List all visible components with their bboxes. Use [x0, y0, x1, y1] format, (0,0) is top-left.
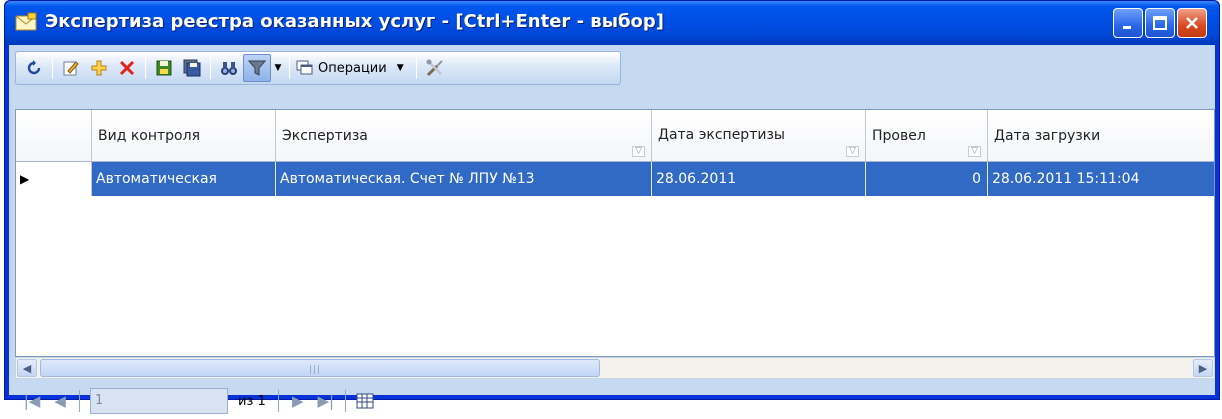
- horizontal-scrollbar[interactable]: ◀ ||| ▶: [15, 357, 1215, 379]
- operations-menu-button[interactable]: Операции ▼: [294, 60, 412, 76]
- settings-button[interactable]: [421, 54, 449, 82]
- refresh-icon: [27, 60, 41, 75]
- filter-dropdown-button[interactable]: ▼: [271, 54, 285, 82]
- column-header-label: Экспертиза: [282, 127, 368, 144]
- filter-icon: [248, 60, 266, 76]
- add-button[interactable]: [85, 54, 113, 82]
- expertise-grid: Вид контроля Экспертиза ▽ Дата экспертиз…: [15, 109, 1215, 357]
- column-header-label: Дата экспертизы: [658, 127, 785, 143]
- next-page-icon: ▶: [291, 392, 304, 410]
- window-title: Экспертиза реестра оказанных услуг - [Ct…: [45, 11, 665, 32]
- filter-dropdown-icon[interactable]: ▽: [846, 146, 859, 157]
- cell-expertise[interactable]: Автоматическая. Счет № ЛПУ №13: [276, 162, 652, 196]
- chevron-down-icon: ▼: [396, 63, 404, 73]
- page-count-label: из 1: [238, 393, 266, 409]
- grid-settings-button[interactable]: [352, 388, 378, 414]
- chevron-left-icon: ◀: [22, 361, 32, 375]
- cell-performed-by[interactable]: 0: [866, 162, 988, 196]
- page-navigator: |◀ ◀ 1 из 1 ▶ ▶|: [15, 383, 1215, 419]
- find-button[interactable]: [215, 54, 243, 82]
- close-button[interactable]: [1177, 8, 1207, 38]
- column-header-performed-by[interactable]: Провел ▽: [866, 110, 988, 161]
- filter-dropdown-icon[interactable]: ▽: [632, 146, 645, 157]
- toolbar-separator: [145, 57, 146, 79]
- navigator-separator: [79, 390, 80, 412]
- cell-expertise-date[interactable]: 28.06.2011: [652, 162, 866, 196]
- save-all-button[interactable]: [178, 54, 206, 82]
- close-icon: [1186, 17, 1198, 29]
- save-all-icon: [183, 59, 201, 77]
- cell-control-type[interactable]: Автоматическая: [92, 162, 276, 196]
- client-area: ▼ Операции ▼ Вид контроля Экспертиза ▽ Д…: [9, 45, 1215, 414]
- current-row-arrow-icon: ▶: [20, 172, 30, 186]
- toolbar-separator: [289, 57, 290, 79]
- row-indicator[interactable]: ▶: [16, 162, 92, 196]
- windows-icon: [296, 60, 313, 75]
- first-page-button[interactable]: |◀: [19, 388, 45, 414]
- chevron-down-icon: ▼: [274, 63, 282, 73]
- column-header-label: Провел: [872, 127, 926, 144]
- delete-icon: [119, 60, 135, 76]
- minimize-button[interactable]: [1113, 8, 1143, 38]
- delete-button[interactable]: [113, 54, 141, 82]
- refresh-button[interactable]: [20, 54, 48, 82]
- tools-icon: [426, 59, 443, 77]
- column-header-label: Дата загрузки: [994, 127, 1101, 144]
- last-page-icon: ▶|: [317, 392, 335, 410]
- envelope-icon: [15, 12, 37, 31]
- cell-load-date[interactable]: 28.06.2011 15:11:04: [988, 162, 1214, 196]
- edit-button[interactable]: [57, 54, 85, 82]
- save-icon: [156, 60, 172, 76]
- prev-page-icon: ◀: [54, 392, 66, 410]
- grid-header: Вид контроля Экспертиза ▽ Дата экспертиз…: [16, 110, 1214, 162]
- save-button[interactable]: [150, 54, 178, 82]
- grip-icon: |||: [309, 365, 322, 375]
- first-page-icon: |◀: [23, 392, 41, 410]
- app-window: Экспертиза реестра оказанных услуг - [Ct…: [4, 0, 1220, 414]
- maximize-icon: [1153, 16, 1167, 30]
- column-header-load-date[interactable]: Дата загрузки: [988, 110, 1214, 161]
- table-icon: [356, 393, 374, 409]
- prev-page-button[interactable]: ◀: [47, 388, 73, 414]
- toolbar-separator: [210, 57, 211, 79]
- table-row[interactable]: ▶ Автоматическая Автоматическая. Счет № …: [16, 162, 1214, 196]
- navigator-separator: [277, 390, 279, 412]
- navigator-separator: [344, 390, 346, 412]
- row-indicator-header: [16, 110, 92, 161]
- toolbar: ▼ Операции ▼: [15, 51, 621, 85]
- chevron-right-icon: ▶: [1198, 361, 1208, 375]
- filter-dropdown-icon[interactable]: ▽: [968, 146, 981, 157]
- filter-button[interactable]: [243, 54, 271, 82]
- column-header-expertise-date[interactable]: Дата экспертизы ▽: [652, 110, 866, 161]
- plus-icon: [91, 60, 107, 76]
- minimize-icon: [1123, 26, 1131, 29]
- edit-icon: [63, 61, 79, 76]
- next-page-button[interactable]: ▶: [285, 388, 311, 414]
- toolbar-separator: [415, 57, 417, 79]
- operations-label: Операции: [318, 60, 387, 76]
- scrollbar-thumb[interactable]: |||: [40, 359, 600, 377]
- binoculars-icon: [221, 62, 237, 75]
- scroll-right-button[interactable]: ▶: [1193, 359, 1213, 377]
- maximize-button[interactable]: [1145, 8, 1175, 38]
- last-page-button[interactable]: ▶|: [313, 388, 339, 414]
- column-header-control-type[interactable]: Вид контроля: [92, 110, 276, 161]
- scroll-left-button[interactable]: ◀: [17, 359, 37, 377]
- page-number-input[interactable]: 1: [90, 388, 228, 414]
- column-header-label: Вид контроля: [98, 127, 200, 144]
- title-bar[interactable]: Экспертиза реестра оказанных услуг - [Ct…: [5, 1, 1219, 45]
- column-header-expertise[interactable]: Экспертиза ▽: [276, 110, 652, 161]
- toolbar-separator: [52, 57, 53, 79]
